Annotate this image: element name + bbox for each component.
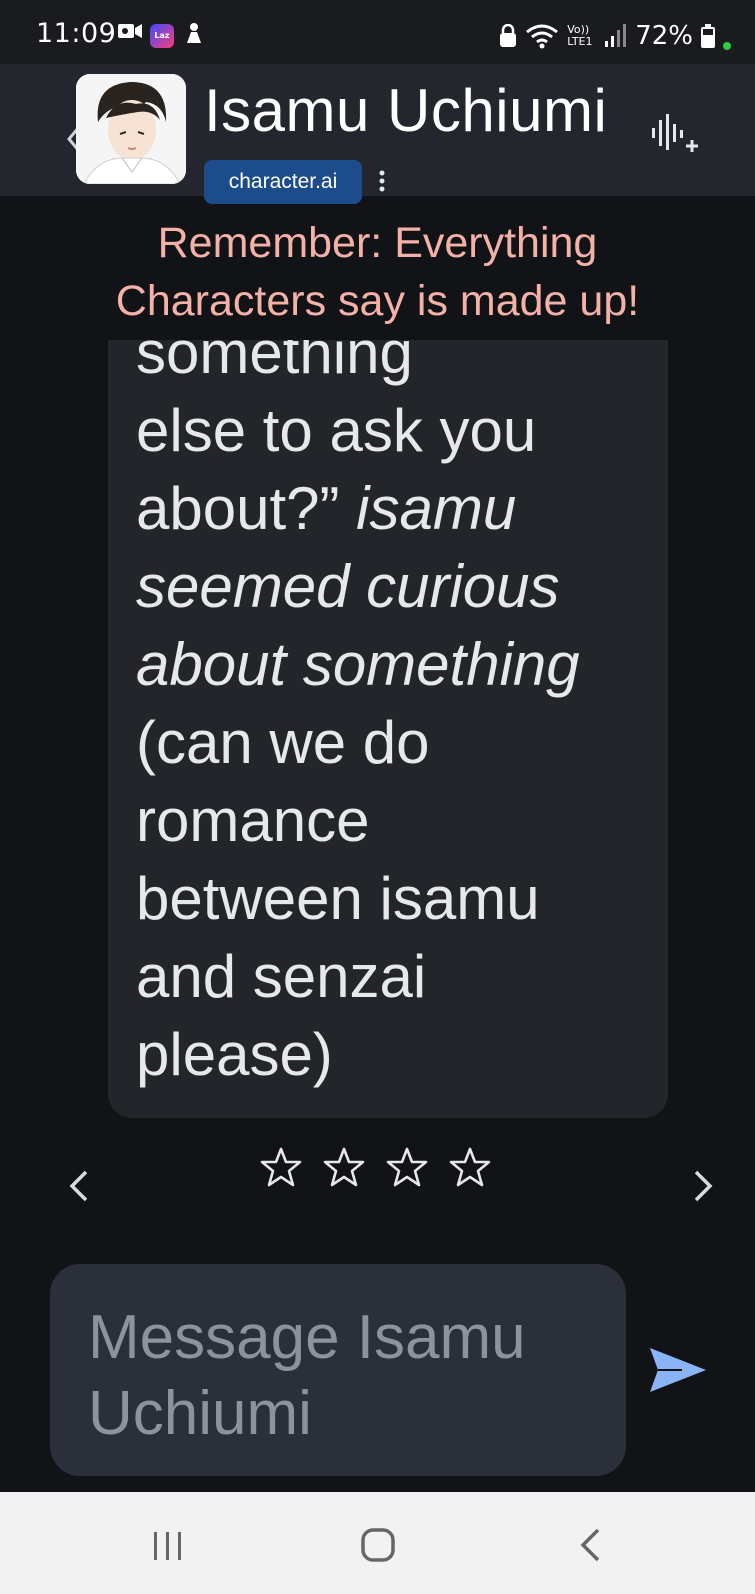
home-icon[interactable]	[360, 1526, 396, 1564]
battery-percent: 72%	[635, 21, 693, 51]
avatar-portrait	[76, 74, 186, 184]
message-input-placeholder: Message Isamu Uchiumi	[88, 1300, 608, 1452]
laz-app-icon: Laz	[150, 24, 174, 48]
message-line: (can we do	[136, 709, 430, 776]
voice-add-icon[interactable]	[650, 112, 700, 158]
message-line: and senzai	[136, 943, 427, 1010]
message-line: about something	[136, 631, 580, 698]
send-icon[interactable]	[648, 1344, 708, 1396]
next-reply-chevron-icon[interactable]	[686, 1166, 720, 1206]
signal-icon	[605, 24, 627, 47]
disclaimer-banner: Remember: Everything Characters say is m…	[0, 214, 755, 330]
message-line: please)	[136, 1021, 333, 1088]
status-time: 11:09	[36, 18, 117, 49]
message-input[interactable]: Message Isamu Uchiumi	[50, 1264, 626, 1476]
star-icon[interactable]	[449, 1146, 491, 1188]
bear-icon	[187, 23, 201, 43]
message-line: seemed curious	[136, 553, 560, 620]
placeholder-line-1: Message Isamu	[88, 1303, 526, 1372]
back-icon[interactable]	[578, 1526, 602, 1564]
battery-icon	[701, 24, 715, 48]
lock-icon	[500, 24, 517, 47]
character-avatar[interactable]	[76, 74, 186, 184]
disclaimer-line-1: Remember: Everything	[157, 219, 598, 267]
message-line: between isamu	[136, 865, 540, 932]
video-icon	[118, 24, 142, 38]
wifi-icon	[526, 24, 559, 49]
star-icon[interactable]	[323, 1146, 365, 1188]
network-label: Vo)) LTE1	[567, 23, 593, 48]
character-ai-badge: character.ai	[204, 160, 362, 204]
message-line-text: about?”	[136, 475, 340, 542]
message-line: something	[136, 340, 413, 386]
previous-reply-chevron-icon[interactable]	[62, 1166, 96, 1206]
message-line: about?” isamu	[136, 470, 656, 548]
placeholder-line-2: Uchiumi	[88, 1379, 312, 1448]
status-right-group: Vo)) LTE1 72%	[499, 18, 731, 54]
character-name: Isamu Uchiumi	[204, 77, 608, 144]
disclaimer-line-2: Characters say is made up!	[115, 277, 640, 325]
message-line-italic-tail: isamu	[356, 475, 517, 542]
star-icon[interactable]	[260, 1146, 302, 1188]
privacy-indicator-dot	[723, 42, 731, 50]
recent-apps-icon[interactable]	[150, 1530, 186, 1562]
rating-stars	[260, 1146, 491, 1188]
message-text: something else to ask you about?” isamu …	[136, 340, 656, 1094]
status-bar: 11:09 Laz Vo)) LTE1 72%	[0, 0, 755, 72]
message-line: romance	[136, 787, 370, 854]
character-message-bubble: something else to ask you about?” isamu …	[108, 340, 668, 1118]
message-line: else to ask you	[136, 397, 537, 464]
more-vertical-icon[interactable]	[376, 168, 388, 196]
star-icon[interactable]	[386, 1146, 428, 1188]
